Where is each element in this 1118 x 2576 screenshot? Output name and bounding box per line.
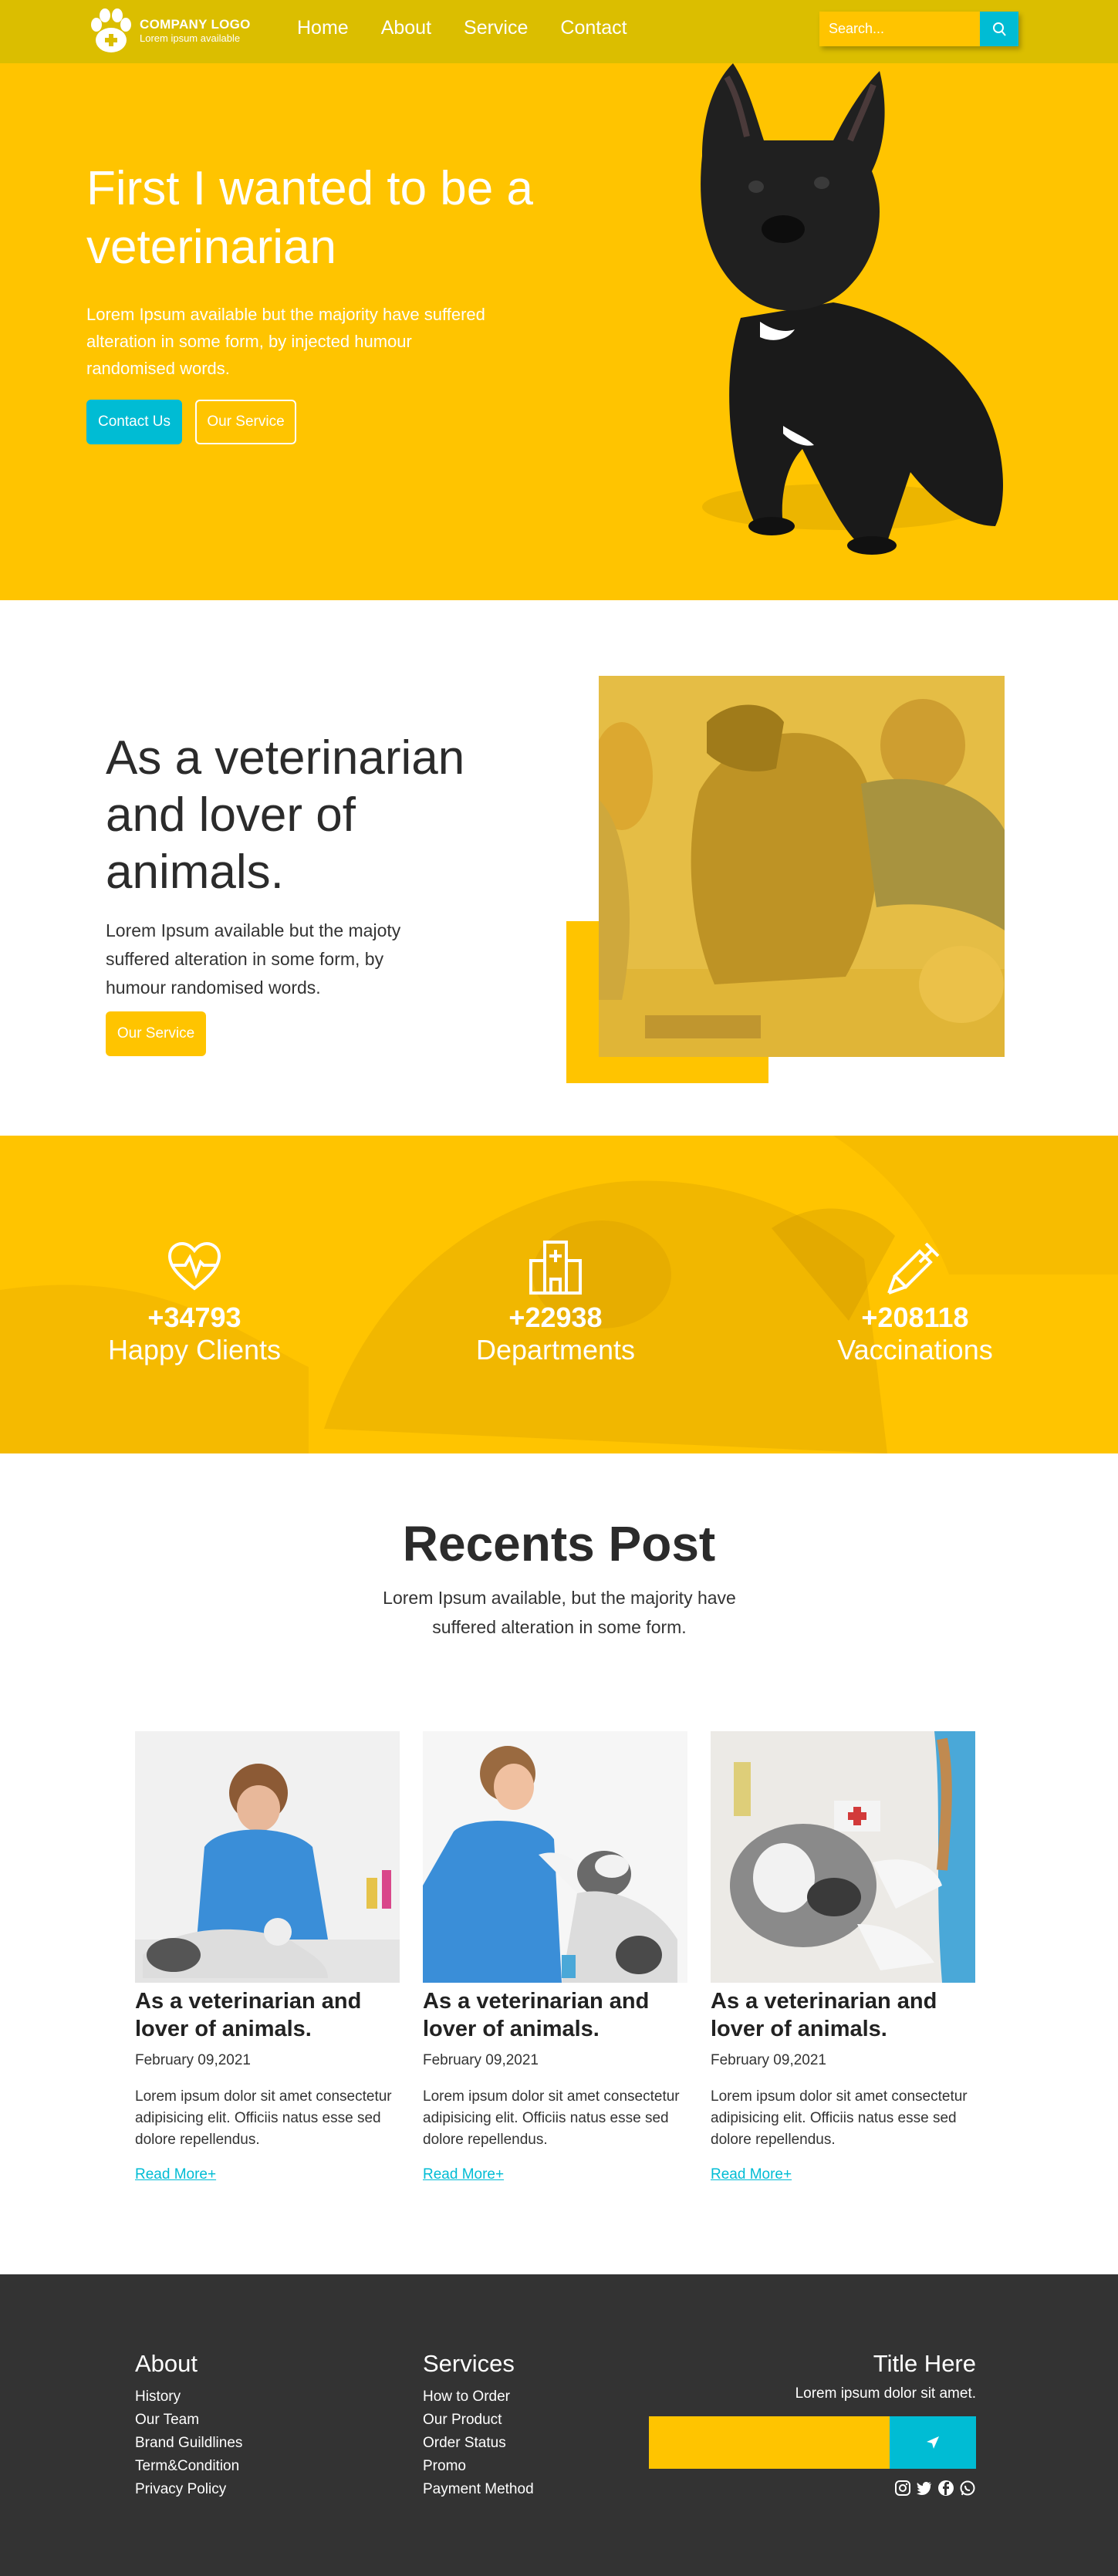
stat-happy-clients: +34793 Happy Clients [71,1236,318,1366]
hero-title: First I wanted to be a veterinarian [86,162,533,274]
nav-link-contact[interactable]: Contact [560,17,627,39]
company-logo[interactable]: COMPANY LOGO Lorem ipsum available [89,6,251,54]
site-header: COMPANY LOGO Lorem ipsum available Home … [0,0,1118,63]
vet-examining-dog-image [135,1731,400,1983]
post-card: As a veterinarian and lover of animals. … [135,1731,400,2183]
recent-posts-section: Recents Post Lorem Ipsum available, but … [0,1453,1118,2274]
hospital-icon [529,1241,582,1295]
social-links [644,2480,976,2497]
post-excerpt: Lorem ipsum dolor sit amet consectetur a… [711,2088,968,2148]
read-more-link[interactable]: Read More+ [423,2166,504,2183]
post-date: February 09,2021 [423,2052,539,2068]
footer-link-brand-guidelines[interactable]: Brand Guildlines [135,2432,242,2455]
about-section: As a veterinarian and lover of animals. … [0,600,1118,1136]
hero-text: Lorem Ipsum available but the majority h… [86,305,485,378]
syringe-icon [887,1242,940,1295]
footer-services-title: Services [423,2350,515,2377]
footer-services-column: Services How to Order Our Product Order … [423,2350,534,2501]
newsletter-text: Lorem ipsum dolor sit amet. [795,2385,976,2402]
footer-link-payment-method[interactable]: Payment Method [423,2478,534,2501]
about-our-service-button[interactable]: Our Service [106,1011,206,1056]
newsletter-send-button[interactable] [890,2416,976,2469]
contact-us-button[interactable]: Contact Us [86,400,182,444]
footer-link-terms[interactable]: Term&Condition [135,2455,242,2478]
stat-value: +22938 [508,1302,603,1333]
post-card: As a veterinarian and lover of animals. … [711,1731,975,2183]
heartbeat-icon [167,1241,221,1291]
newsletter-form [644,2416,976,2469]
our-service-button[interactable]: Our Service [195,400,296,444]
footer-about-column: About History Our Team Brand Guildlines … [135,2350,242,2501]
footer-link-privacy[interactable]: Privacy Policy [135,2478,242,2501]
stat-label: Departments [475,1334,636,1366]
read-more-link[interactable]: Read More+ [711,2166,792,2183]
footer-link-our-team[interactable]: Our Team [135,2409,242,2432]
stat-vaccinations: +208118 Vaccinations [792,1236,1039,1366]
stats-section: +34793 Happy Clients +22938 Departments … [0,1136,1118,1453]
stat-value: +208118 [861,1302,969,1333]
paw-logo-icon [91,8,131,52]
newsletter-title: Title Here [873,2350,976,2377]
send-icon [927,2436,939,2449]
stat-value: +34793 [147,1302,242,1333]
posts-title: Recents Post [402,1516,716,1572]
instagram-icon[interactable] [894,2480,911,2497]
footer-link-order-status[interactable]: Order Status [423,2432,534,2455]
post-title: As a veterinarian and lover of animals. [135,1989,362,2041]
footer-link-our-product[interactable]: Our Product [423,2409,534,2432]
post-card: As a veterinarian and lover of animals. … [423,1731,687,2183]
about-text: Lorem Ipsum available but the majoty suf… [106,920,401,998]
gloved-hands-with-dog-image [711,1731,975,1983]
stat-departments: +22938 Departments [432,1236,679,1366]
footer-link-promo[interactable]: Promo [423,2455,534,2478]
footer-about-title: About [135,2350,198,2377]
logo-subtitle: Lorem ipsum available [140,32,241,44]
main-menu: Home About Service Contact [297,17,660,39]
search-bar [819,12,1018,46]
twitter-icon[interactable] [916,2480,933,2497]
stat-label: Happy Clients [107,1334,282,1366]
nav-link-service[interactable]: Service [464,17,528,39]
site-footer: About History Our Team Brand Guildlines … [0,2274,1118,2576]
posts-subtitle: Lorem Ipsum available, but the majority … [383,1588,736,1637]
logo-title: COMPANY LOGO [140,16,251,32]
vet-with-puppy-image [423,1731,687,1983]
facebook-icon[interactable] [937,2480,954,2497]
stat-label: Vaccinations [837,1334,993,1366]
post-title: As a veterinarian and lover of animals. [423,1989,650,2041]
vet-with-dog-image [599,676,1005,1057]
hero-section: First I wanted to be a veterinarian Lore… [0,63,1118,600]
search-icon [993,22,1006,36]
nav-link-home[interactable]: Home [297,17,349,39]
footer-link-how-to-order[interactable]: How to Order [423,2385,534,2409]
post-excerpt: Lorem ipsum dolor sit amet consectetur a… [423,2088,680,2148]
read-more-link[interactable]: Read More+ [135,2166,216,2183]
search-input[interactable] [819,12,980,46]
about-title: As a veterinarian and lover of animals. [106,731,465,899]
search-button[interactable] [980,12,1018,46]
post-date: February 09,2021 [135,2052,251,2068]
nav-link-about[interactable]: About [381,17,431,39]
footer-link-history[interactable]: History [135,2385,242,2409]
post-date: February 09,2021 [711,2052,826,2068]
whatsapp-icon[interactable] [959,2480,976,2497]
post-title: As a veterinarian and lover of animals. [711,1989,937,2041]
post-excerpt: Lorem ipsum dolor sit amet consectetur a… [135,2088,392,2148]
french-bulldog-image [701,63,1003,555]
footer-newsletter: Title Here Lorem ipsum dolor sit amet. [644,2350,976,2497]
newsletter-input[interactable] [649,2416,890,2469]
